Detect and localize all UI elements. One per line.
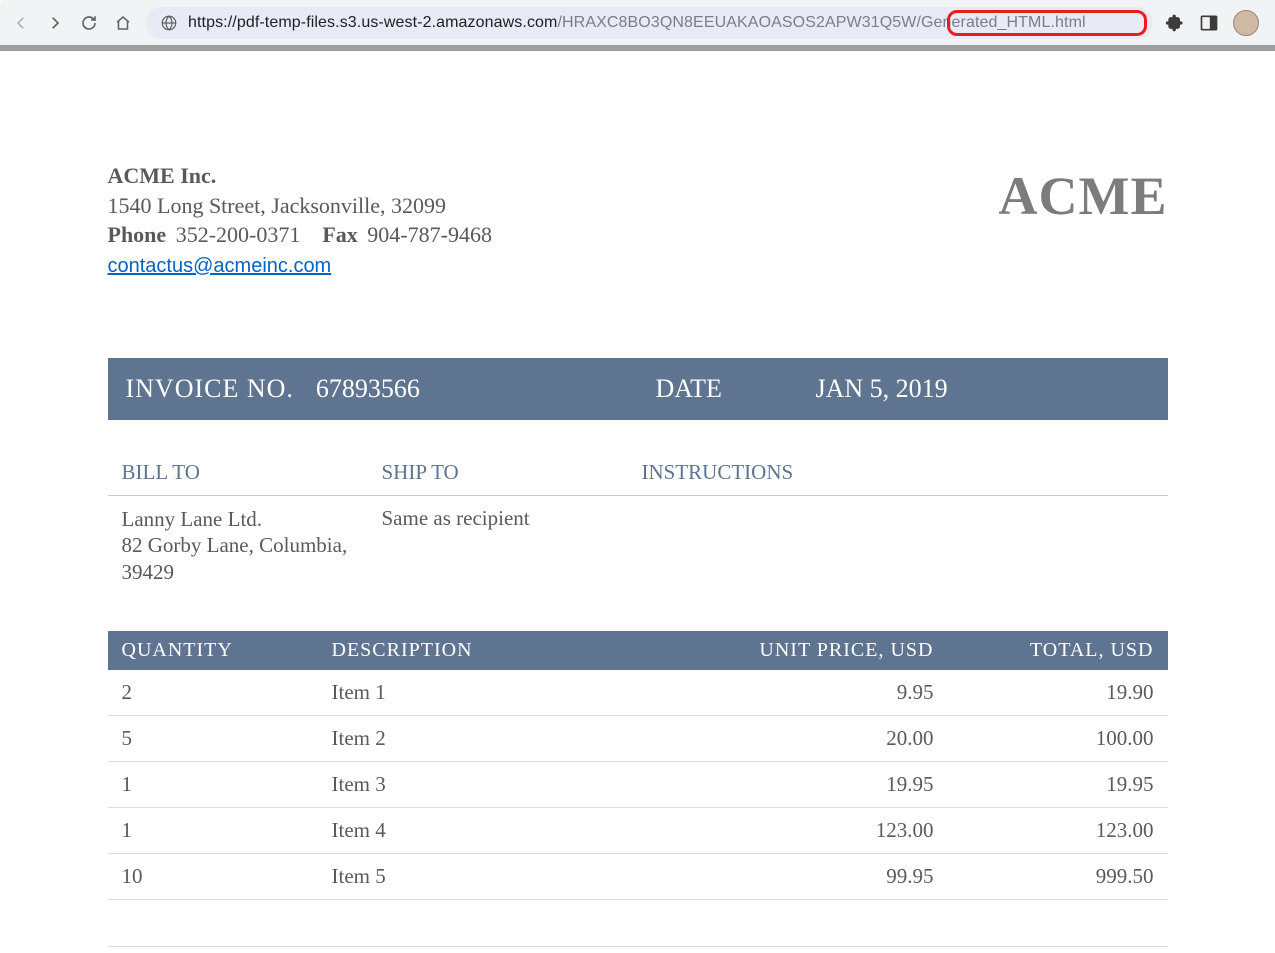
col-quantity: QUANTITY — [108, 631, 318, 670]
col-description: DESCRIPTION — [318, 631, 738, 670]
table-row: 1Item 319.9519.95 — [108, 761, 1168, 807]
table-row: 10Item 599.95999.50 — [108, 853, 1168, 899]
cell-qty: 10 — [108, 853, 318, 899]
address-bar[interactable]: https://pdf-temp-files.s3.us-west-2.amaz… — [146, 7, 1153, 39]
cell-qty: 1 — [108, 761, 318, 807]
reload-button[interactable] — [78, 12, 100, 34]
document-header: ACME Inc. 1540 Long Street, Jacksonville… — [108, 161, 1168, 280]
fax-value: 904-787-9468 — [367, 222, 492, 247]
phone-label: Phone — [108, 222, 167, 247]
profile-avatar[interactable] — [1233, 10, 1259, 36]
table-row: 5Item 220.00100.00 — [108, 715, 1168, 761]
cell-total: 123.00 — [948, 807, 1168, 853]
toolbar-right — [1165, 10, 1265, 36]
cell-unit: 19.95 — [738, 761, 948, 807]
url-file: Generated_HTML.html — [921, 14, 1086, 31]
company-address: 1540 Long Street, Jacksonville, 32099 — [108, 191, 492, 221]
instructions-value — [642, 506, 1154, 585]
table-row: 1Item 4123.00123.00 — [108, 807, 1168, 853]
cell-unit: 9.95 — [738, 670, 948, 716]
invoice-no-cell: INVOICE NO. 67893566 — [108, 358, 638, 420]
url-host: https://pdf-temp-files.s3.us-west-2.amaz… — [188, 14, 557, 31]
cell-desc: Item 5 — [318, 853, 738, 899]
cell-total: 100.00 — [948, 715, 1168, 761]
cell-unit: 123.00 — [738, 807, 948, 853]
cell-qty: 2 — [108, 670, 318, 716]
cell-unit: 20.00 — [738, 715, 948, 761]
cell-qty: 1 — [108, 807, 318, 853]
url-text: https://pdf-temp-files.s3.us-west-2.amaz… — [188, 14, 1139, 32]
invoice-date-label: DATE — [638, 358, 798, 420]
bill-to-header: BILL TO — [122, 460, 382, 485]
info-headers: BILL TO SHIP TO INSTRUCTIONS — [108, 460, 1168, 496]
cell-total: 999.50 — [948, 853, 1168, 899]
forward-button[interactable] — [44, 12, 66, 34]
url-path: /HRAXC8BO3QN8EEUAKAOASOS2APW31Q5W/ — [557, 14, 921, 31]
ship-to-value: Same as recipient — [382, 506, 642, 585]
table-row: 2Item 19.9519.90 — [108, 670, 1168, 716]
col-unit-price: UNIT PRICE, USD — [738, 631, 948, 670]
phone-value: 352-200-0371 — [176, 222, 301, 247]
bill-to-address: 82 Gorby Lane, Columbia, 39429 — [122, 532, 382, 585]
ship-to-header: SHIP TO — [382, 460, 642, 485]
col-total: TOTAL, USD — [948, 631, 1168, 670]
bill-to-name: Lanny Lane Ltd. — [122, 506, 382, 532]
instructions-header: INSTRUCTIONS — [642, 460, 1154, 485]
globe-icon — [160, 14, 178, 32]
line-items-table: QUANTITY DESCRIPTION UNIT PRICE, USD TOT… — [108, 631, 1168, 900]
invoice-no-label: INVOICE NO. — [126, 374, 294, 404]
cell-total: 19.90 — [948, 670, 1168, 716]
invoice-date-value: JAN 5, 2019 — [798, 358, 1168, 420]
bill-to-value: Lanny Lane Ltd. 82 Gorby Lane, Columbia,… — [122, 506, 382, 585]
cell-total: 19.95 — [948, 761, 1168, 807]
browser-toolbar: https://pdf-temp-files.s3.us-west-2.amaz… — [0, 0, 1275, 45]
back-button[interactable] — [10, 12, 32, 34]
cell-unit: 99.95 — [738, 853, 948, 899]
extensions-icon[interactable] — [1165, 13, 1185, 33]
company-info: ACME Inc. 1540 Long Street, Jacksonville… — [108, 161, 492, 280]
company-name: ACME Inc. — [108, 161, 492, 191]
fax-label: Fax — [322, 222, 357, 247]
content-viewport[interactable]: ACME Inc. 1540 Long Street, Jacksonville… — [0, 51, 1275, 953]
cell-desc: Item 2 — [318, 715, 738, 761]
invoice-number-bar: INVOICE NO. 67893566 DATE JAN 5, 2019 — [108, 358, 1168, 420]
info-values: Lanny Lane Ltd. 82 Gorby Lane, Columbia,… — [108, 496, 1168, 585]
side-panel-icon[interactable] — [1199, 13, 1219, 33]
invoice-document: ACME Inc. 1540 Long Street, Jacksonville… — [108, 51, 1168, 953]
home-button[interactable] — [112, 12, 134, 34]
invoice-no-value: 67893566 — [316, 374, 420, 404]
cell-qty: 5 — [108, 715, 318, 761]
company-email-link[interactable]: contactus@acmeinc.com — [108, 255, 332, 277]
cell-desc: Item 1 — [318, 670, 738, 716]
cell-desc: Item 3 — [318, 761, 738, 807]
company-contact-line: Phone 352-200-0371 Fax 904-787-9468 — [108, 220, 492, 250]
footer-rule — [108, 946, 1168, 947]
table-header-row: QUANTITY DESCRIPTION UNIT PRICE, USD TOT… — [108, 631, 1168, 670]
company-logo: ACME — [999, 165, 1168, 227]
cell-desc: Item 4 — [318, 807, 738, 853]
